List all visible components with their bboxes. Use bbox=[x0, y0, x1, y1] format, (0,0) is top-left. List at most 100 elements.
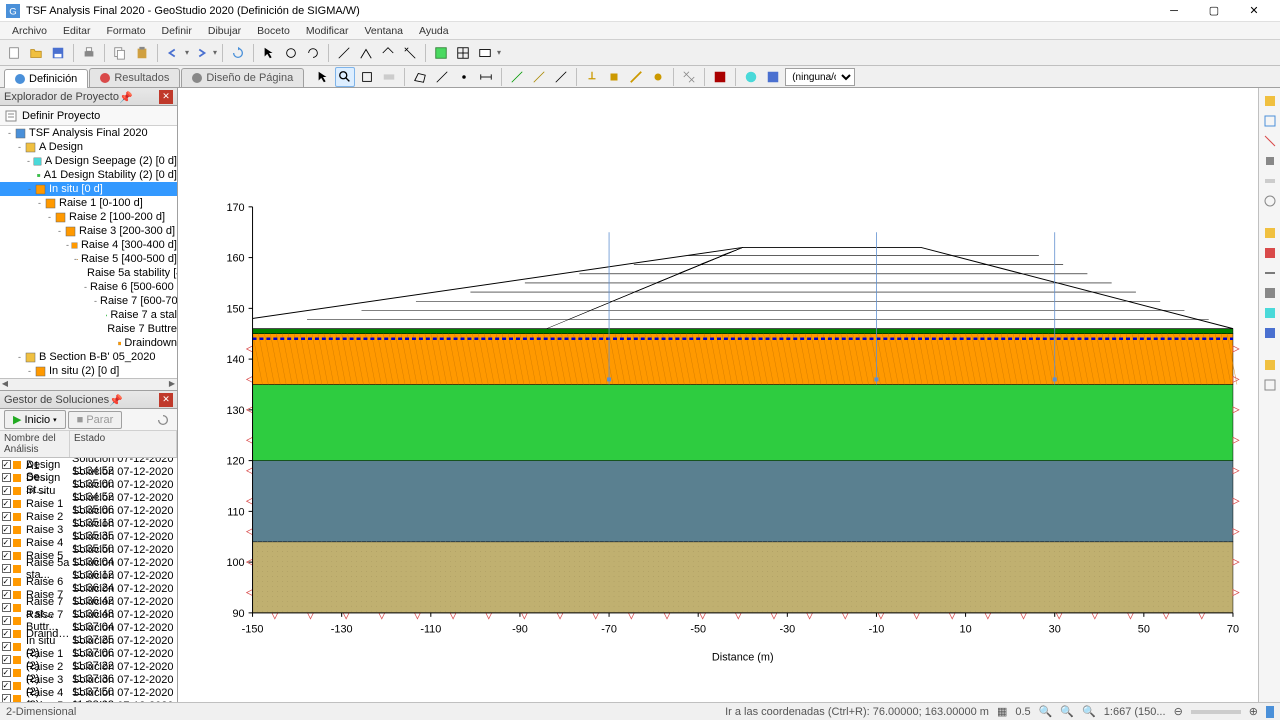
maximize-button[interactable]: ▢ bbox=[1194, 1, 1234, 21]
mat-tool-2[interactable] bbox=[529, 67, 549, 87]
zoom-slider[interactable] bbox=[1191, 710, 1241, 714]
point-tool[interactable] bbox=[454, 67, 474, 87]
rt-btn-1[interactable] bbox=[1261, 92, 1279, 110]
rt-btn-10[interactable] bbox=[1261, 284, 1279, 302]
drawing-canvas[interactable]: 90100110120130140150160170-150-130-110-9… bbox=[178, 88, 1258, 702]
rt-btn-11[interactable] bbox=[1261, 304, 1279, 322]
select-tool[interactable] bbox=[259, 43, 279, 63]
menu-editar[interactable]: Editar bbox=[55, 25, 98, 37]
menu-dibujar[interactable]: Dibujar bbox=[200, 25, 249, 37]
rt-btn-7[interactable] bbox=[1261, 224, 1279, 242]
line-tool[interactable] bbox=[432, 67, 452, 87]
grid-icon[interactable]: ▦ bbox=[997, 705, 1007, 718]
bc-tool-1[interactable] bbox=[582, 67, 602, 87]
menu-ayuda[interactable]: Ayuda bbox=[411, 25, 457, 37]
tree-item[interactable]: -Raise 5 [400-500 d] bbox=[0, 252, 177, 266]
minimize-button[interactable]: ─ bbox=[1154, 1, 1194, 21]
globe-button[interactable] bbox=[741, 67, 761, 87]
tree-scrollbar[interactable]: ◀ ▶ bbox=[0, 378, 177, 390]
tree-item[interactable]: Raise 7 Buttre bbox=[0, 322, 177, 336]
bc-tool-4[interactable] bbox=[648, 67, 668, 87]
rt-btn-4[interactable] bbox=[1261, 152, 1279, 170]
zoom-fit-icon[interactable]: 🔍 bbox=[1060, 705, 1074, 718]
tree-item[interactable]: A1 Design Stability (2) [0 d] bbox=[0, 168, 177, 182]
dimension-tool[interactable] bbox=[476, 67, 496, 87]
open-button[interactable] bbox=[26, 43, 46, 63]
sol-refresh-button[interactable] bbox=[153, 410, 173, 430]
start-button[interactable]: ▶Inicio▾ bbox=[4, 410, 66, 429]
menu-boceto[interactable]: Boceto bbox=[249, 25, 298, 37]
new-button[interactable] bbox=[4, 43, 24, 63]
close-button[interactable]: ✕ bbox=[1234, 1, 1274, 21]
tree-item[interactable]: -In situ (2) [0 d] bbox=[0, 364, 177, 378]
t2-btn-3[interactable] bbox=[357, 67, 377, 87]
pin-icon-2[interactable]: 📌 bbox=[109, 394, 121, 406]
rt-btn-9[interactable] bbox=[1261, 264, 1279, 282]
draw-tool-1[interactable] bbox=[334, 43, 354, 63]
menu-modificar[interactable]: Modificar bbox=[298, 25, 357, 37]
col-status-header[interactable]: Estado bbox=[70, 431, 177, 457]
zoom-out-icon[interactable]: 🔍 bbox=[1039, 705, 1053, 718]
zoom-plus-icon[interactable]: ⊕ bbox=[1249, 705, 1258, 718]
zoom-in-icon[interactable]: 🔍 bbox=[1082, 705, 1096, 718]
draw-tool-2[interactable] bbox=[356, 43, 376, 63]
rotate-tool[interactable] bbox=[303, 43, 323, 63]
project-tree[interactable]: -TSF Analysis Final 2020-A Design-A Desi… bbox=[0, 126, 177, 378]
tree-item[interactable]: -Raise 1 [0-100 d] bbox=[0, 196, 177, 210]
print-button[interactable] bbox=[79, 43, 99, 63]
draw-tool-3[interactable] bbox=[378, 43, 398, 63]
rt-btn-12[interactable] bbox=[1261, 324, 1279, 342]
tree-item[interactable]: -Raise 6 [500-600 d] bbox=[0, 280, 177, 294]
save-button[interactable] bbox=[48, 43, 68, 63]
tree-item[interactable]: -Raise 7 [600-700 bbox=[0, 294, 177, 308]
col-name-header[interactable]: Nombre del Análisis bbox=[0, 431, 70, 457]
refresh-button[interactable] bbox=[228, 43, 248, 63]
view-tool[interactable] bbox=[475, 43, 495, 63]
bc-tool-2[interactable] bbox=[604, 67, 624, 87]
tree-item[interactable]: -A Design Seepage (2) [0 d] bbox=[0, 154, 177, 168]
tree-item[interactable]: -In situ [0 d] bbox=[0, 182, 177, 196]
rt-btn-6[interactable] bbox=[1261, 192, 1279, 210]
paste-button[interactable] bbox=[132, 43, 152, 63]
tree-item[interactable]: -A Design bbox=[0, 140, 177, 154]
pan-tool[interactable] bbox=[281, 43, 301, 63]
mat-tool-1[interactable] bbox=[507, 67, 527, 87]
redo-button[interactable] bbox=[191, 43, 211, 63]
view-btn-1[interactable] bbox=[710, 67, 730, 87]
draw-tool-4[interactable] bbox=[400, 43, 420, 63]
mat-tool-3[interactable] bbox=[551, 67, 571, 87]
rt-btn-3[interactable] bbox=[1261, 132, 1279, 150]
mesh-btn[interactable] bbox=[679, 67, 699, 87]
tree-item[interactable]: -TSF Analysis Final 2020 bbox=[0, 126, 177, 140]
define-project-bar[interactable]: Definir Proyecto bbox=[0, 106, 177, 126]
tree-item[interactable]: -Raise 3 [200-300 d] bbox=[0, 224, 177, 238]
zoom-minus-icon[interactable]: ⊖ bbox=[1174, 705, 1183, 718]
tree-item[interactable]: Draindown bbox=[0, 336, 177, 350]
undo-button[interactable] bbox=[163, 43, 183, 63]
grid-tool[interactable] bbox=[431, 43, 451, 63]
region-tool[interactable] bbox=[410, 67, 430, 87]
data-button[interactable] bbox=[763, 67, 783, 87]
tree-item[interactable]: -Raise 2 [100-200 d] bbox=[0, 210, 177, 224]
tree-item[interactable]: -B Section B-B' 05_2020 bbox=[0, 350, 177, 364]
layer-dropdown[interactable]: (ninguna/o) bbox=[785, 68, 855, 86]
pin-icon[interactable]: 📌 bbox=[119, 91, 131, 103]
menu-definir[interactable]: Definir bbox=[154, 25, 200, 37]
tree-item[interactable]: Raise 7 a stal bbox=[0, 308, 177, 322]
rt-btn-2[interactable] bbox=[1261, 112, 1279, 130]
rt-btn-5[interactable] bbox=[1261, 172, 1279, 190]
tab-definición[interactable]: Definición bbox=[4, 69, 88, 88]
copy-button[interactable] bbox=[110, 43, 130, 63]
tab-resultados[interactable]: Resultados bbox=[89, 68, 180, 87]
tab-diseño-de-página[interactable]: Diseño de Página bbox=[181, 68, 304, 87]
panel-close-button-2[interactable]: ✕ bbox=[159, 393, 173, 407]
tree-item[interactable]: Raise 5a stability [41 bbox=[0, 266, 177, 280]
menu-formato[interactable]: Formato bbox=[98, 25, 153, 37]
stop-button[interactable]: ■Parar bbox=[68, 411, 123, 429]
menu-archivo[interactable]: Archivo bbox=[4, 25, 55, 37]
tree-item[interactable]: -Raise 4 [300-400 d] bbox=[0, 238, 177, 252]
bc-tool-3[interactable] bbox=[626, 67, 646, 87]
cursor-tool[interactable] bbox=[313, 67, 333, 87]
rt-btn-14[interactable] bbox=[1261, 376, 1279, 394]
rt-btn-8[interactable] bbox=[1261, 244, 1279, 262]
